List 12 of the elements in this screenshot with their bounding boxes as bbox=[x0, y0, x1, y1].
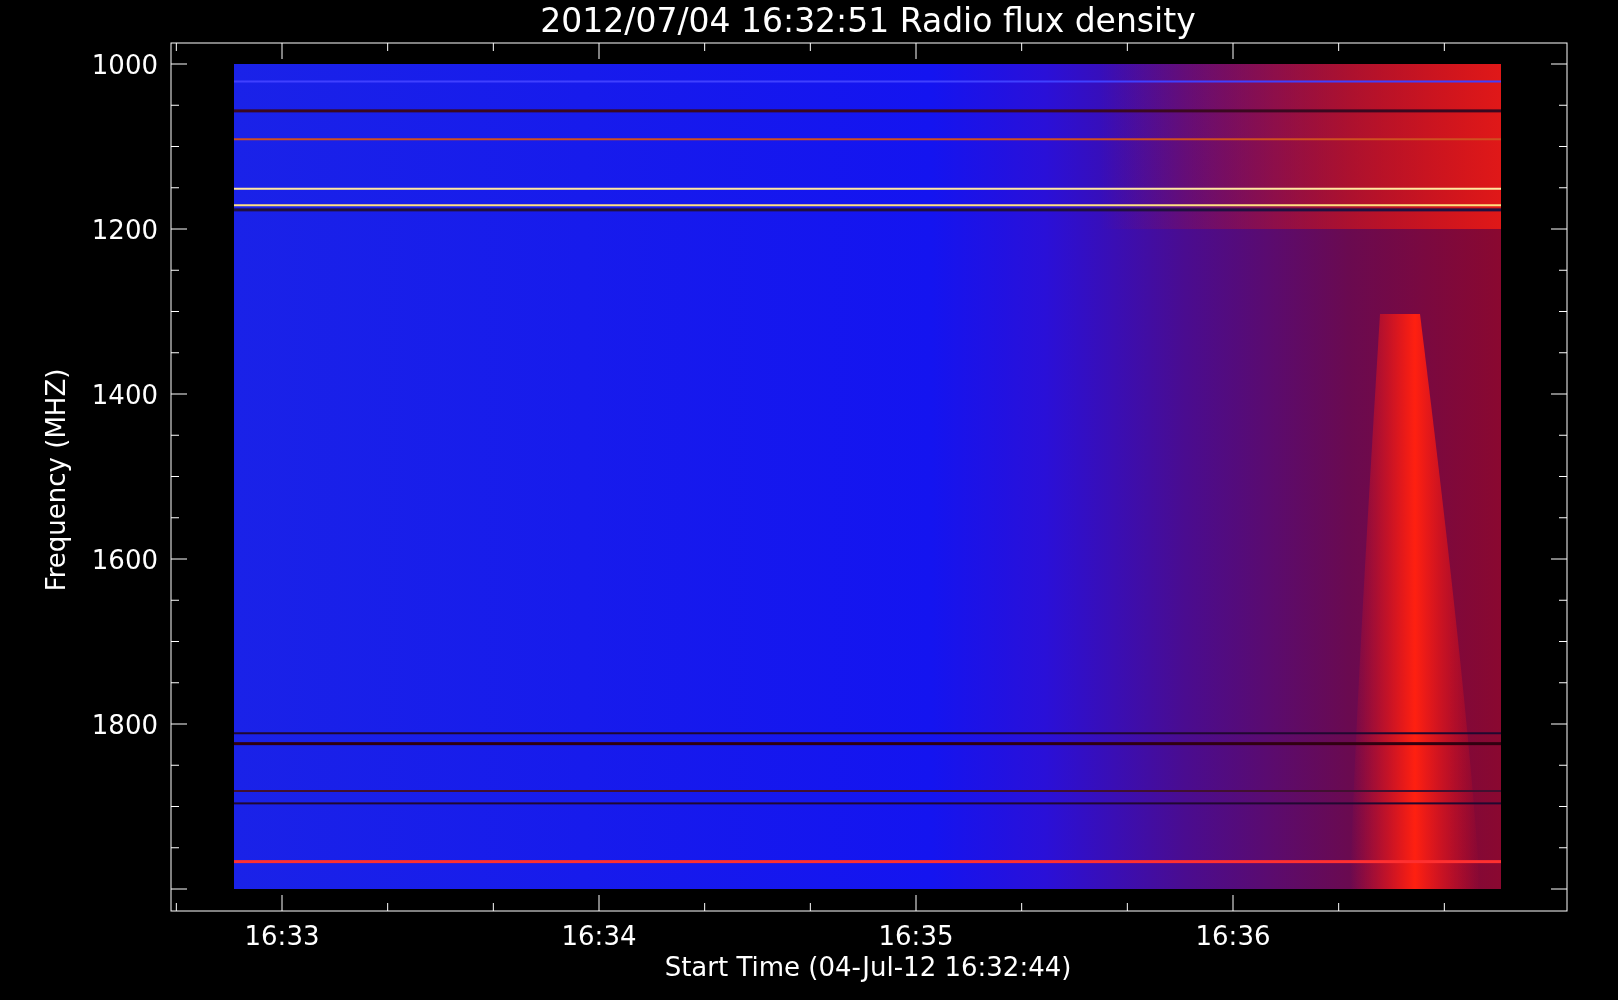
y-axis-label: Frequency (MHZ) bbox=[41, 368, 71, 592]
chart-title: 2012/07/04 16:32:51 Radio flux density bbox=[540, 1, 1196, 40]
y-tick-label: 1800 bbox=[91, 710, 158, 740]
y-tick-label: 1000 bbox=[91, 50, 158, 80]
x-tick-label: 16:35 bbox=[878, 921, 954, 951]
x-tick-label: 16:36 bbox=[1195, 921, 1271, 951]
x-tick-label: 16:33 bbox=[244, 921, 320, 951]
y-tick-label: 1200 bbox=[91, 215, 158, 245]
x-axis-label: Start Time (04-Jul-12 16:32:44) bbox=[664, 952, 1072, 982]
y-tick-label: 1600 bbox=[91, 545, 158, 575]
x-tick-label: 16:34 bbox=[561, 921, 637, 951]
y-tick-label: 1400 bbox=[91, 380, 158, 410]
